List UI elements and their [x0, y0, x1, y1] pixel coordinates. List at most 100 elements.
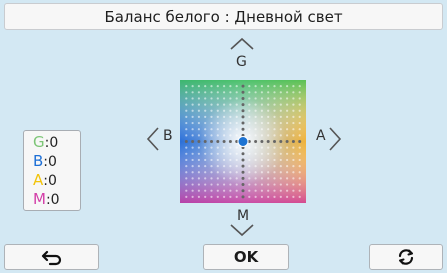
grid-dot — [210, 165, 213, 168]
grid-dot — [279, 97, 282, 100]
grid-dot — [292, 152, 295, 155]
grid-dot — [229, 146, 232, 149]
ok-button[interactable]: OK — [203, 244, 289, 270]
grid-dot — [185, 91, 188, 94]
grid-dot — [235, 177, 238, 180]
wb-cursor[interactable] — [237, 136, 249, 147]
white-balance-screen: Баланс белого : Дневной свет G B A M G:0… — [0, 0, 447, 273]
grid-dot — [191, 128, 194, 131]
grid-dot — [279, 171, 282, 174]
grid-dot — [286, 158, 289, 162]
grid-dot — [248, 171, 251, 174]
grid-dot — [273, 177, 276, 180]
grid-dot — [216, 121, 219, 125]
grid-dot — [260, 140, 264, 143]
grid-dot — [210, 195, 213, 198]
grid-dot — [248, 85, 251, 88]
grid-dot — [241, 96, 245, 100]
arrow-right-icon[interactable] — [328, 126, 342, 152]
grid-dot — [184, 140, 188, 143]
grid-dot — [241, 195, 245, 199]
grid-dot — [229, 103, 232, 106]
grid-dot — [267, 183, 270, 186]
grid-dot — [298, 121, 301, 125]
grid-dot — [197, 121, 200, 125]
grid-dot — [267, 146, 270, 149]
grid-dot — [223, 91, 226, 94]
grid-dot — [292, 128, 295, 131]
grid-dot — [279, 165, 282, 168]
grid-dot — [241, 121, 245, 125]
grid-dot — [254, 115, 257, 118]
wb-grid-svg[interactable] — [180, 80, 306, 203]
grid-dot — [286, 146, 289, 149]
grid-dot — [292, 189, 295, 192]
back-button[interactable] — [4, 244, 99, 270]
grid-dot — [223, 85, 226, 88]
grid-dot — [223, 158, 226, 162]
arrow-up-icon[interactable] — [229, 37, 255, 51]
grid-dot — [191, 85, 194, 88]
grid-dot — [254, 158, 257, 162]
grid-dot — [292, 97, 295, 100]
grid-dot — [210, 189, 213, 192]
grid-dot — [191, 165, 194, 168]
reset-button[interactable] — [369, 244, 443, 270]
grid-dot — [260, 152, 263, 155]
grid-dot — [229, 195, 232, 198]
grid-dot — [267, 152, 270, 155]
grid-dot — [273, 146, 276, 149]
grid-dot — [260, 165, 263, 168]
arrow-left-icon[interactable] — [146, 126, 160, 152]
grid-dot — [210, 177, 213, 180]
grid-dot — [223, 165, 226, 168]
grid-dot — [216, 109, 219, 112]
grid-dot — [223, 146, 226, 149]
grid-dot — [279, 177, 282, 180]
grid-dot — [286, 189, 289, 192]
grid-dot — [191, 109, 194, 112]
grid-dot — [291, 140, 295, 143]
grid-dot — [292, 146, 295, 149]
grid-dot — [228, 140, 232, 143]
grid-dot — [204, 109, 207, 112]
grid-dot — [298, 97, 301, 100]
grid-dot — [229, 171, 232, 174]
grid-dot — [223, 177, 226, 180]
grid-dot — [267, 91, 270, 94]
grid-dot — [185, 183, 188, 186]
grid-dot — [229, 85, 232, 88]
grid-dot — [286, 115, 289, 118]
grid-dot — [273, 195, 276, 198]
grid-dot — [279, 134, 282, 137]
wb-value-row-m: M:0 — [33, 190, 80, 209]
grid-dot — [216, 146, 219, 149]
grid-dot — [197, 140, 201, 143]
grid-dot — [229, 115, 232, 118]
grid-dot — [204, 103, 207, 106]
grid-dot — [223, 109, 226, 112]
grid-dot — [241, 176, 245, 180]
grid-dot — [248, 152, 251, 155]
grid-dot — [267, 134, 270, 137]
grid-dot — [223, 97, 226, 100]
grid-dot — [241, 115, 245, 119]
grid-dot — [197, 115, 200, 118]
grid-dot — [204, 171, 207, 174]
grid-dot — [292, 109, 295, 112]
grid-dot — [191, 189, 194, 192]
grid-dot — [260, 183, 263, 186]
wb-color-grid[interactable] — [180, 80, 306, 203]
grid-dot — [197, 152, 200, 155]
grid-dot — [229, 165, 232, 168]
grid-dot — [235, 189, 238, 192]
grid-dot — [254, 128, 257, 131]
grid-dot — [191, 103, 194, 106]
grid-dot — [298, 115, 301, 118]
grid-dot — [185, 165, 188, 168]
arrow-down-icon[interactable] — [229, 223, 255, 237]
wb-value-g: 0 — [49, 135, 59, 151]
grid-dot — [292, 85, 295, 88]
grid-dot — [260, 121, 263, 125]
grid-dot — [279, 91, 282, 94]
